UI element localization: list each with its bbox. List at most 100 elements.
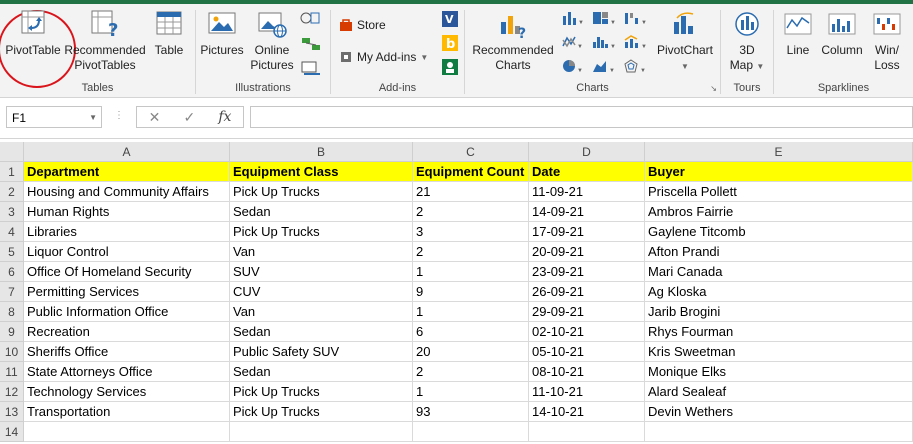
formula-bar-grip-icon[interactable]: ⋮ bbox=[114, 110, 124, 121]
table-cell[interactable]: Pick Up Trucks bbox=[230, 182, 413, 202]
statistic-chart-button[interactable]: ▼ bbox=[591, 34, 615, 50]
recommended-pivottables-button[interactable]: ? Recommended PivotTables bbox=[64, 8, 146, 73]
name-box-dropdown-icon[interactable]: ▼ bbox=[89, 107, 97, 129]
table-cell[interactable]: 26-09-21 bbox=[529, 282, 645, 302]
table-cell[interactable]: Sheriffs Office bbox=[24, 342, 230, 362]
row-header-2[interactable]: 2 bbox=[0, 182, 24, 202]
pivotchart-button[interactable]: PivotChart ▼ bbox=[653, 8, 717, 74]
table-cell[interactable]: Housing and Community Affairs bbox=[24, 182, 230, 202]
table-cell[interactable]: Sedan bbox=[230, 362, 413, 382]
table-cell[interactable]: Office Of Homeland Security bbox=[24, 262, 230, 282]
table-cell[interactable] bbox=[413, 422, 529, 442]
row-header-13[interactable]: 13 bbox=[0, 402, 24, 422]
pivottable-button[interactable]: PivotTable bbox=[2, 8, 64, 58]
table-cell[interactable]: 23-09-21 bbox=[529, 262, 645, 282]
table-cell[interactable]: 11-09-21 bbox=[529, 182, 645, 202]
table-cell[interactable]: 1 bbox=[413, 302, 529, 322]
area-chart-button[interactable]: ▼ bbox=[591, 58, 615, 74]
shapes-button[interactable] bbox=[300, 10, 322, 26]
row-header-8[interactable]: 8 bbox=[0, 302, 24, 322]
row-header-7[interactable]: 7 bbox=[0, 282, 24, 302]
header-cell[interactable]: Date bbox=[529, 162, 645, 182]
sparkline-column-button[interactable]: Column bbox=[818, 8, 866, 58]
table-cell[interactable]: Alard Sealeaf bbox=[645, 382, 913, 402]
name-box[interactable]: F1 ▼ bbox=[6, 106, 102, 128]
table-cell[interactable]: Liquor Control bbox=[24, 242, 230, 262]
column-header-a[interactable]: A bbox=[24, 142, 230, 162]
header-cell[interactable]: Department bbox=[24, 162, 230, 182]
table-cell[interactable]: SUV bbox=[230, 262, 413, 282]
table-cell[interactable]: 14-09-21 bbox=[529, 202, 645, 222]
header-cell[interactable]: Buyer bbox=[645, 162, 913, 182]
table-cell[interactable]: State Attorneys Office bbox=[24, 362, 230, 382]
column-chart-button[interactable]: ▼ bbox=[561, 10, 583, 26]
table-cell[interactable]: Van bbox=[230, 302, 413, 322]
column-header-c[interactable]: C bbox=[413, 142, 529, 162]
sparkline-line-button[interactable]: Line bbox=[780, 8, 816, 58]
table-cell[interactable]: 17-09-21 bbox=[529, 222, 645, 242]
table-cell[interactable]: Ag Kloska bbox=[645, 282, 913, 302]
row-header-1[interactable]: 1 bbox=[0, 162, 24, 182]
table-cell[interactable]: Priscella Pollett bbox=[645, 182, 913, 202]
row-header-9[interactable]: 9 bbox=[0, 322, 24, 342]
table-button[interactable]: Table bbox=[148, 8, 190, 58]
table-cell[interactable]: Kris Sweetman bbox=[645, 342, 913, 362]
table-cell[interactable]: Human Rights bbox=[24, 202, 230, 222]
row-header-14[interactable]: 14 bbox=[0, 422, 24, 442]
row-header-4[interactable]: 4 bbox=[0, 222, 24, 242]
table-cell[interactable]: 2 bbox=[413, 202, 529, 222]
table-cell[interactable]: 21 bbox=[413, 182, 529, 202]
table-cell[interactable]: Sedan bbox=[230, 322, 413, 342]
table-cell[interactable]: Devin Wethers bbox=[645, 402, 913, 422]
table-cell[interactable]: 11-10-21 bbox=[529, 382, 645, 402]
table-cell[interactable]: 20 bbox=[413, 342, 529, 362]
table-cell[interactable]: Pick Up Trucks bbox=[230, 382, 413, 402]
row-header-11[interactable]: 11 bbox=[0, 362, 24, 382]
row-header-10[interactable]: 10 bbox=[0, 342, 24, 362]
table-cell[interactable]: CUV bbox=[230, 282, 413, 302]
waterfall-chart-button[interactable]: ▼ bbox=[623, 10, 647, 26]
select-all-corner[interactable] bbox=[0, 142, 24, 162]
table-cell[interactable]: Pick Up Trucks bbox=[230, 222, 413, 242]
table-cell[interactable]: Recreation bbox=[24, 322, 230, 342]
table-cell[interactable] bbox=[529, 422, 645, 442]
smartart-button[interactable] bbox=[300, 36, 322, 52]
table-cell[interactable]: Public Safety SUV bbox=[230, 342, 413, 362]
row-header-6[interactable]: 6 bbox=[0, 262, 24, 282]
table-cell[interactable]: Permitting Services bbox=[24, 282, 230, 302]
table-cell[interactable]: 14-10-21 bbox=[529, 402, 645, 422]
table-cell[interactable]: Mari Canada bbox=[645, 262, 913, 282]
row-header-12[interactable]: 12 bbox=[0, 382, 24, 402]
radar-chart-button[interactable]: ▼ bbox=[623, 58, 647, 74]
table-cell[interactable] bbox=[230, 422, 413, 442]
table-cell[interactable]: Afton Prandi bbox=[645, 242, 913, 262]
table-cell[interactable]: 05-10-21 bbox=[529, 342, 645, 362]
table-cell[interactable]: Sedan bbox=[230, 202, 413, 222]
column-header-e[interactable]: E bbox=[645, 142, 913, 162]
table-cell[interactable]: Gaylene Titcomb bbox=[645, 222, 913, 242]
hierarchy-chart-button[interactable]: ▼ bbox=[591, 10, 615, 26]
table-cell[interactable]: 02-10-21 bbox=[529, 322, 645, 342]
3d-map-button[interactable]: 3D Map ▼ bbox=[725, 8, 769, 74]
charts-dialog-launcher-icon[interactable]: ↘ bbox=[710, 84, 717, 93]
table-cell[interactable]: Transportation bbox=[24, 402, 230, 422]
line-chart-button[interactable]: ▼ bbox=[561, 34, 583, 50]
combo-chart-button[interactable]: ▼ bbox=[623, 34, 647, 50]
table-cell[interactable]: 2 bbox=[413, 362, 529, 382]
table-cell[interactable]: Libraries bbox=[24, 222, 230, 242]
table-cell[interactable] bbox=[24, 422, 230, 442]
table-cell[interactable]: Technology Services bbox=[24, 382, 230, 402]
column-header-b[interactable]: B bbox=[230, 142, 413, 162]
formula-input[interactable] bbox=[250, 106, 913, 128]
table-cell[interactable]: Public Information Office bbox=[24, 302, 230, 322]
table-cell[interactable]: 08-10-21 bbox=[529, 362, 645, 382]
table-cell[interactable]: 29-09-21 bbox=[529, 302, 645, 322]
header-cell[interactable]: Equipment Count bbox=[413, 162, 529, 182]
enter-icon[interactable]: ✓ bbox=[183, 109, 195, 126]
insert-function-icon[interactable]: fx bbox=[218, 109, 231, 125]
pie-chart-button[interactable]: ▼ bbox=[561, 58, 583, 74]
table-cell[interactable]: 93 bbox=[413, 402, 529, 422]
table-cell[interactable]: 2 bbox=[413, 242, 529, 262]
sparkline-winloss-button[interactable]: Win/ Loss bbox=[870, 8, 904, 73]
online-pictures-button[interactable]: Online Pictures bbox=[248, 8, 296, 73]
